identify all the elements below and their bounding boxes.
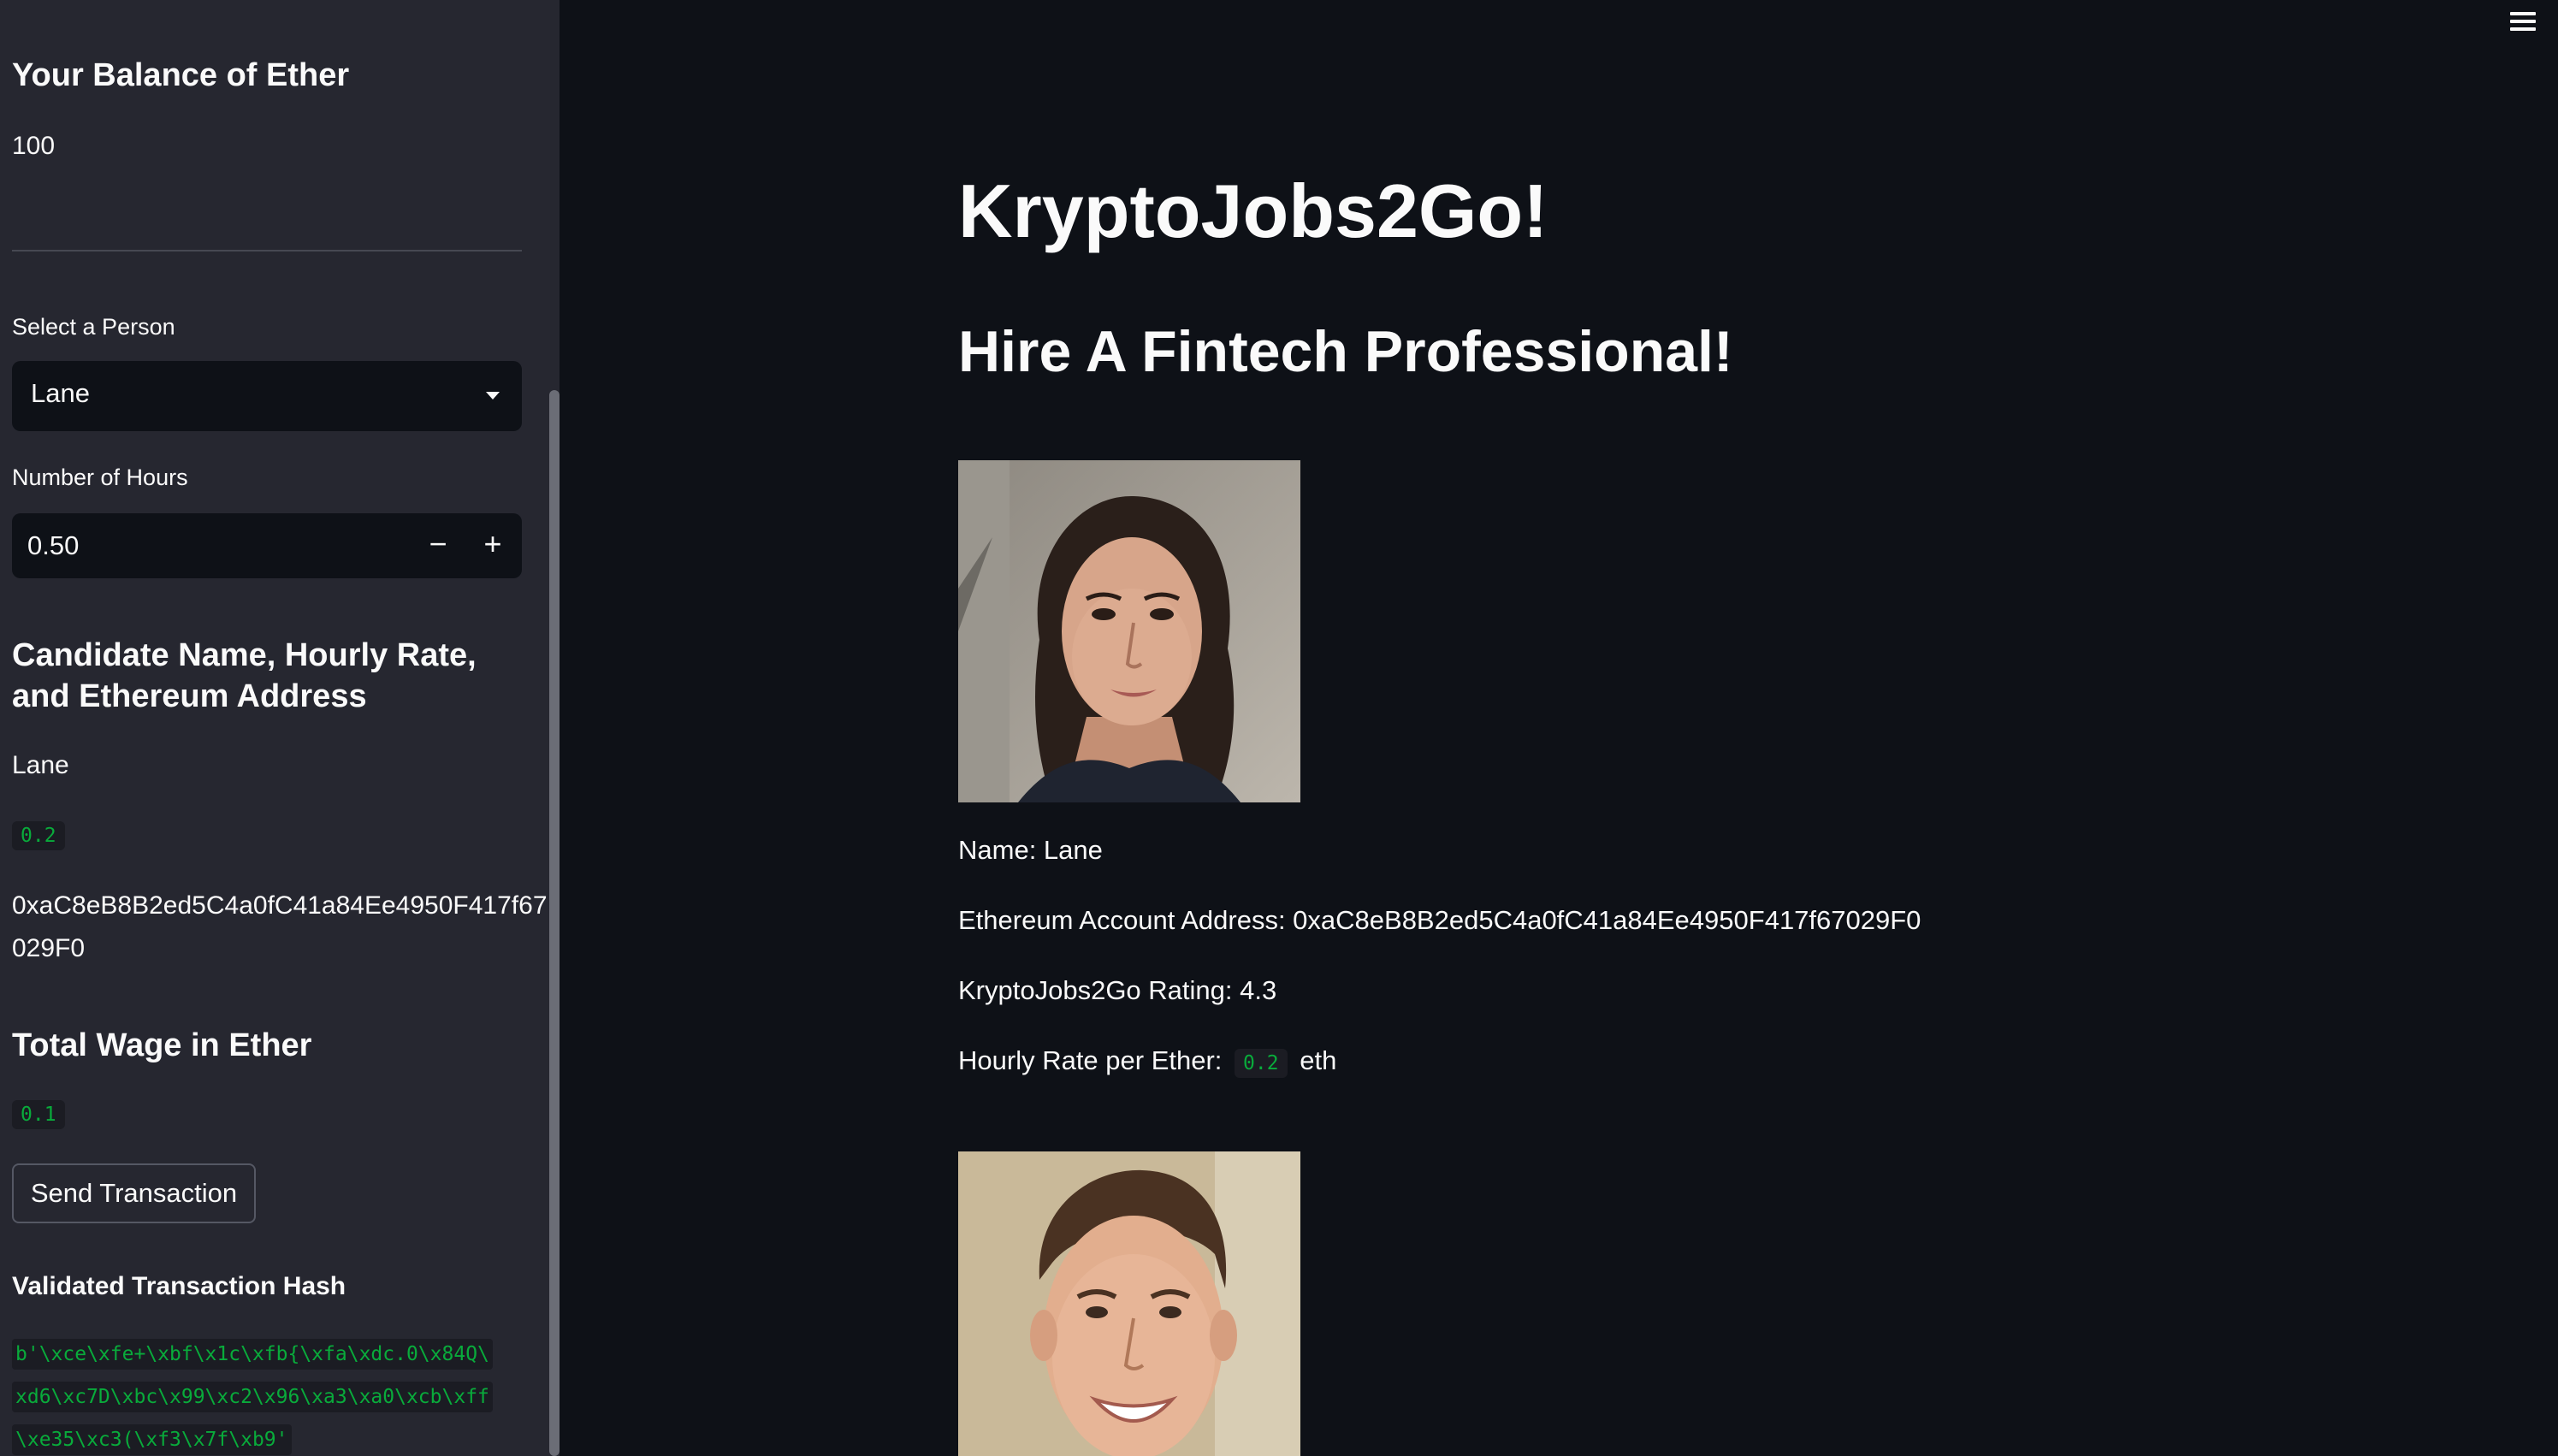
candidate-rate-line: Hourly Rate per Ether: 0.2 eth: [958, 1045, 1336, 1078]
rate-value: 0.2: [1235, 1049, 1288, 1078]
candidate-heading: Candidate Name, Hourly Rate, and Ethereu…: [12, 637, 477, 714]
page-title: KryptoJobs2Go!: [958, 169, 1548, 253]
sidebar-scrollbar[interactable]: [549, 390, 560, 1456]
select-person-label: Select a Person: [12, 314, 175, 340]
chevron-down-icon: [486, 392, 500, 400]
candidate-name-line: Name: Lane: [958, 835, 1103, 865]
send-transaction-button[interactable]: Send Transaction: [12, 1163, 256, 1223]
candidate-rate: 0.2: [12, 821, 65, 850]
hamburger-menu-icon[interactable]: [2510, 9, 2541, 34]
wage-value: 0.1: [12, 1100, 65, 1129]
balance-heading: Your Balance of Ether: [12, 57, 350, 93]
sidebar-divider: [12, 250, 522, 252]
candidate-photo: [958, 460, 1300, 802]
candidate-name: Lane: [12, 751, 69, 779]
hash-heading: Validated Transaction Hash: [12, 1272, 346, 1300]
candidate-rating-line: KryptoJobs2Go Rating: 4.3: [958, 975, 1277, 1005]
hours-label: Number of Hours: [12, 465, 188, 490]
decrement-button[interactable]: −: [411, 513, 465, 578]
main-content: KryptoJobs2Go! Hire A Fintech Profession…: [560, 0, 2558, 1456]
page-subtitle: Hire A Fintech Professional!: [958, 319, 1733, 384]
rate-suffix: eth: [1300, 1045, 1337, 1075]
hash-line: b'\xce\xfe+\xbf\x1c\xfb{\xfa\xdc.0\x84Q\: [12, 1339, 493, 1370]
candidate-photo: [958, 1151, 1300, 1456]
increment-button[interactable]: +: [465, 513, 520, 578]
select-person-value: Lane: [31, 378, 90, 408]
candidate-address-line-2: 029F0: [12, 934, 86, 962]
hours-value: 0.50: [27, 530, 80, 560]
candidate-address-line-1: 0xaC8eB8B2ed5C4a0fC41a84Ee4950F417f67: [12, 891, 548, 920]
hours-number-input[interactable]: 0.50 − +: [12, 513, 522, 578]
candidate-address-line: Ethereum Account Address: 0xaC8eB8B2ed5C…: [958, 905, 1921, 935]
sidebar: Your Balance of Ether 100 Select a Perso…: [0, 0, 560, 1456]
wage-heading: Total Wage in Ether: [12, 1027, 312, 1063]
hash-line: \xe35\xc3(\xf3\x7f\xb9': [12, 1424, 292, 1455]
balance-value: 100: [12, 132, 56, 160]
select-person-dropdown[interactable]: Lane: [12, 361, 522, 431]
rate-prefix: Hourly Rate per Ether:: [958, 1045, 1223, 1075]
hash-line: xd6\xc7D\xbc\x99\xc2\x96\xa3\xa0\xcb\xff: [12, 1382, 493, 1412]
transaction-hash: b'\xce\xfe+\xbf\x1c\xfb{\xfa\xdc.0\x84Q\…: [12, 1333, 522, 1456]
